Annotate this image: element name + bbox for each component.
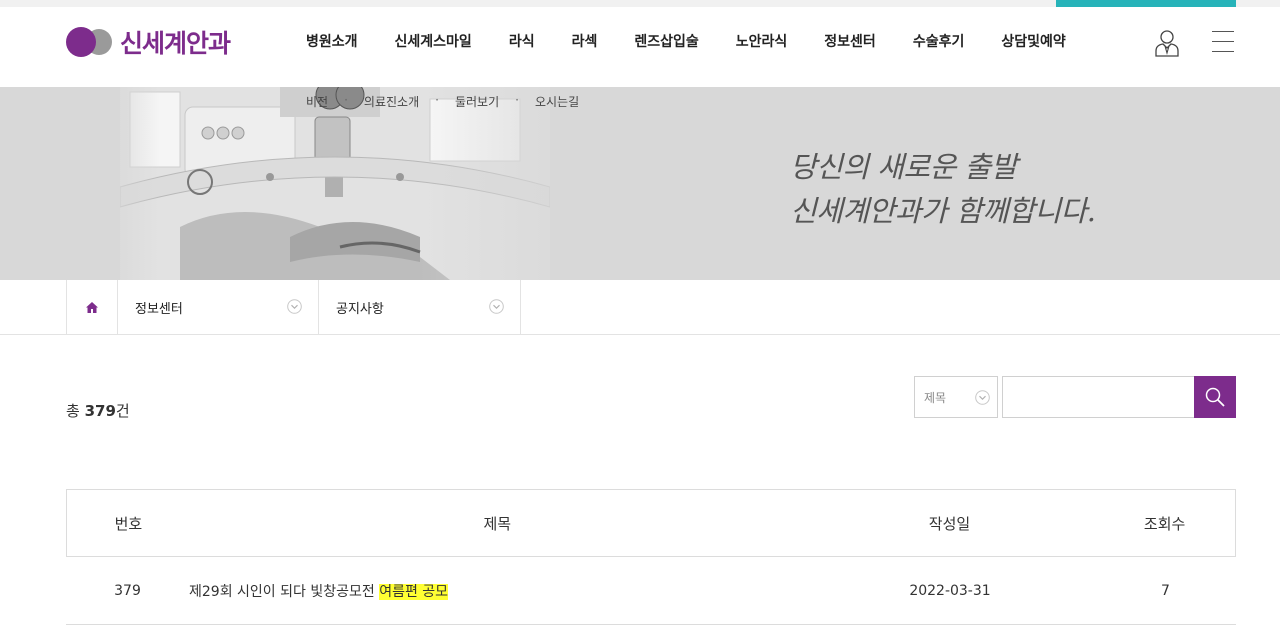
total-suffix: 건 [115, 402, 130, 420]
row-title-highlight: 여름편 공모 [379, 583, 449, 600]
location-level1-label: 정보센터 [135, 301, 183, 317]
top-strip [0, 0, 1280, 7]
hero-banner: 당신의 새로운 출발 신세계안과가 함께합니다. [0, 87, 1280, 280]
location-level2-label: 공지사항 [336, 301, 384, 317]
row-number: 379 [114, 582, 141, 599]
total-count: 총 379건 [66, 400, 130, 421]
hero-fade-right [420, 87, 600, 280]
menu-item-info-center[interactable]: 정보센터 [824, 31, 876, 51]
column-header-views: 조회수 [1143, 514, 1186, 533]
menu-item-icl[interactable]: 렌즈삽입술 [634, 31, 698, 51]
menu-item-about[interactable]: 병원소개 [306, 31, 358, 51]
column-header-title: 제목 [483, 514, 512, 533]
search-button[interactable] [1194, 376, 1236, 418]
total-number: 379 [84, 402, 116, 420]
sub-menu: 비전 · 의료진소개 · 둘러보기 · 오시는길 [306, 93, 579, 110]
chevron-down-icon [975, 390, 990, 405]
row-title-text: 제29회 시인이 되다 빛창공모전 [189, 583, 380, 600]
chevron-down-icon [489, 299, 504, 314]
location-dropdown-level1[interactable]: 정보센터 [118, 280, 319, 334]
location-dropdown-level2[interactable]: 공지사항 [319, 280, 521, 334]
search-field-label: 제목 [924, 390, 947, 405]
search-input[interactable] [1002, 376, 1195, 418]
home-icon[interactable] [66, 280, 118, 334]
location-bar: 정보센터 공지사항 [0, 280, 1280, 335]
row-views: 7 [1161, 582, 1170, 599]
menu-item-presbyopia[interactable]: 노안라식 [736, 31, 788, 51]
menu-item-reviews[interactable]: 수술후기 [913, 31, 965, 51]
menu-item-lasek[interactable]: 라섹 [572, 31, 598, 51]
table-header: 번호 제목 작성일 조회수 [66, 489, 1236, 557]
logo-text: 신세계안과 [120, 29, 231, 58]
logo-mark-purple [66, 27, 96, 57]
chevron-down-icon [287, 299, 302, 314]
hero-slogan: 당신의 새로운 출발 신세계안과가 함께합니다. [790, 145, 1096, 233]
menu-item-consult[interactable]: 상담및예약 [1001, 31, 1065, 51]
logo[interactable]: 신세계안과 [66, 25, 231, 59]
menu-item-smile[interactable]: 신세계스마일 [395, 31, 472, 51]
submenu-item-directions[interactable]: 오시는길 [535, 93, 579, 110]
user-icon[interactable] [1154, 29, 1180, 57]
column-header-number: 번호 [114, 514, 143, 533]
table-row[interactable]: 379 제29회 시인이 되다 빛창공모전 여름편 공모 2022-03-31 … [66, 557, 1236, 625]
menu-item-lasik[interactable]: 라식 [509, 31, 535, 51]
hamburger-icon[interactable] [1212, 31, 1234, 53]
notice-table: 번호 제목 작성일 조회수 379 제29회 시인이 되다 빛창공모전 여름편 … [66, 489, 1236, 625]
submenu-item-vision[interactable]: 비전 [306, 93, 328, 110]
slogan-line-1: 당신의 새로운 출발 [790, 150, 1017, 184]
submenu-separator: · [515, 93, 519, 107]
submenu-item-tour[interactable]: 둘러보기 [455, 93, 499, 110]
row-title[interactable]: 제29회 시인이 되다 빛창공모전 여름편 공모 [189, 581, 805, 601]
search-icon [1205, 387, 1225, 407]
global-nav: 신세계안과 병원소개 신세계스마일 라식 라섹 렌즈삽입술 노안라식 정보센터 … [0, 7, 1280, 87]
search-field-select[interactable]: 제목 [914, 376, 998, 418]
slogan-line-2: 신세계안과가 함께합니다. [790, 194, 1096, 228]
total-prefix: 총 [66, 402, 85, 420]
row-date: 2022-03-31 [909, 582, 991, 599]
submenu-separator: · [435, 93, 439, 107]
hero-fade-left [100, 87, 160, 280]
main-menu: 병원소개 신세계스마일 라식 라섹 렌즈삽입술 노안라식 정보센터 수술후기 상… [306, 31, 1066, 51]
column-header-date: 작성일 [928, 514, 971, 533]
top-accent-bar [1056, 0, 1236, 7]
submenu-separator: · [344, 93, 348, 107]
submenu-item-doctors[interactable]: 의료진소개 [364, 93, 419, 110]
